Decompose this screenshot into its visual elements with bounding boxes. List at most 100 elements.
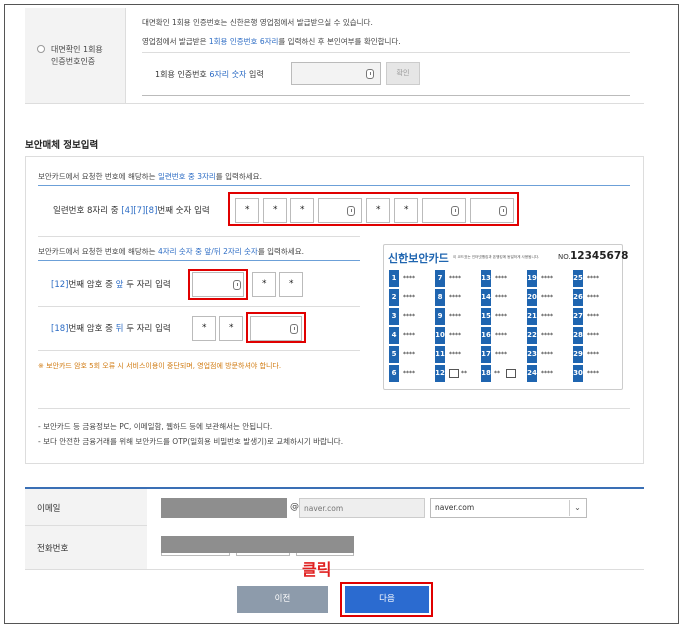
card-cell-number: 15: [481, 308, 491, 325]
auth-desc-2: 영업점에서 발급받은 1회용 인증번호 6자리를 입력하신 후 본인여부를 확인…: [142, 36, 401, 47]
next-button-highlight-box: [340, 582, 433, 617]
notes-divider: [38, 408, 630, 409]
card-cell-number: 10: [435, 327, 445, 344]
card-cell-number: 29: [573, 346, 583, 363]
card-cell-stars: ****: [449, 351, 461, 358]
pw-row1-digit-4: *: [279, 272, 303, 297]
serial-desc: 보안카드에서 요청한 번호에 해당하는 일련번호 중 3자리를 입력하세요.: [38, 171, 262, 182]
card-cell-stars: ****: [587, 332, 599, 339]
card-cell-stars: ****: [541, 351, 553, 358]
pw-row1-highlight-box: [188, 269, 248, 300]
auth-confirm-button[interactable]: 확인: [386, 62, 420, 85]
card-subtitle: 이 코드표는 인터넷뱅킹과 폰뱅킹에 동일하게 사용됩니다.: [453, 255, 540, 259]
card-no-label: NO.: [558, 253, 571, 261]
card-cell-stars: ****: [541, 313, 553, 320]
note-2: - 보다 안전한 금융거래를 위해 보안카드를 OTP(일회용 비밀번호 발생기…: [38, 437, 344, 446]
chevron-down-icon: ⌄: [569, 500, 585, 516]
serial-highlight-box: [228, 192, 519, 226]
card-cell-number: 6: [389, 365, 399, 382]
card-cell-stars: ****: [495, 351, 507, 358]
card-cell-stars: ****: [403, 370, 415, 377]
pw-row1-position: 앞: [115, 280, 124, 290]
pw-desc-pre: 보안카드에서 요청한 번호에 해당하는: [38, 247, 158, 256]
prev-button[interactable]: 이전: [237, 586, 328, 613]
card-cell-stars: ****: [403, 332, 415, 339]
card-cell-stars: ****: [403, 313, 415, 320]
card-cell-stars: ****: [495, 294, 507, 301]
serial-label: 일련번호 8자리 중 [4][7][8]번째 숫자 입력: [53, 204, 210, 216]
card-cell-partial-stars: **: [494, 370, 500, 377]
pw-row1-post: 두 자리 입력: [123, 280, 171, 290]
card-cell-stars: ****: [403, 294, 415, 301]
auth-desc-1: 대면확인 1회용 인증번호는 신한은행 영업점에서 발급받으실 수 있습니다.: [142, 18, 373, 27]
card-cell-empty-box: [506, 369, 516, 378]
card-cell-stars: ****: [495, 332, 507, 339]
pw-row1-digit-3: *: [252, 272, 276, 297]
card-cell-stars: ****: [541, 332, 553, 339]
auth-desc-2-post: 를 입력하신 후 본인여부를 확인합니다.: [278, 37, 401, 46]
auth-desc-2-highlight: 1회용 인증번호 6자리: [208, 37, 279, 46]
pw-row2-mid: 번째 암호 중: [68, 324, 116, 334]
card-cell-number: 7: [435, 270, 445, 287]
card-cell-stars: ****: [449, 294, 461, 301]
serial-label-highlight: [4][7][8]: [121, 206, 158, 216]
card-cell-number: 12: [435, 365, 445, 382]
card-cell-partial-stars: **: [461, 370, 467, 377]
card-cell-empty-box: [449, 369, 459, 378]
card-cell-stars: ****: [495, 275, 507, 282]
phone-masked-overlay: [161, 536, 354, 553]
pw-row2-position: 뒤: [115, 324, 124, 334]
pw-divider: [38, 260, 360, 261]
auth-radio[interactable]: [37, 45, 45, 53]
card-cell-number: 22: [527, 327, 537, 344]
serial-desc-pre: 보안카드에서 요청한 번호에 해당하는: [38, 172, 158, 181]
email-label: 이메일: [37, 504, 61, 514]
card-cell-stars: ****: [587, 313, 599, 320]
card-cell-stars: ****: [587, 275, 599, 282]
masked-digit: *: [262, 279, 267, 289]
card-serial-number: 12345678: [570, 250, 629, 262]
email-domain-select[interactable]: naver.com ⌄: [430, 498, 587, 518]
card-cell-number: 3: [389, 308, 399, 325]
masked-digit: *: [202, 323, 207, 333]
serial-desc-highlight: 일련번호 중 3자리: [157, 172, 216, 181]
card-cell-number: 20: [527, 289, 537, 306]
auth-bottom-border: [25, 103, 644, 104]
card-cell-number: 13: [481, 270, 491, 287]
card-cell-number: 27: [573, 308, 583, 325]
card-cell-stars: ****: [541, 294, 553, 301]
serial-bottom-divider: [38, 236, 360, 237]
card-cell-number: 8: [435, 289, 445, 306]
card-cell-stars: ****: [587, 370, 599, 377]
card-cell-number: 23: [527, 346, 537, 363]
auth-desc-2-pre: 영업점에서 발급받은: [142, 37, 209, 46]
email-domain-selected: naver.com: [435, 503, 475, 512]
card-cell-stars: ****: [449, 332, 461, 339]
card-cell-stars: ****: [541, 275, 553, 282]
card-cell-number: 4: [389, 327, 399, 344]
card-cell-stars: ****: [587, 351, 599, 358]
pw-row1-divider: [38, 306, 360, 307]
card-title: 신한보안카드: [388, 252, 449, 265]
card-cell-stars: ****: [541, 370, 553, 377]
auth-inner-border-bottom: [142, 95, 630, 96]
email-domain-input[interactable]: [299, 498, 425, 518]
serial-label-pre: 일련번호 8자리 중: [53, 206, 122, 216]
email-at: @: [290, 502, 299, 512]
email-id-masked: [161, 498, 287, 518]
card-cell-number: 26: [573, 289, 583, 306]
auth-code-input[interactable]: [291, 62, 381, 85]
auth-input-label-pre: 1회용 인증번호: [155, 70, 210, 79]
click-annotation: 클릭: [302, 560, 332, 579]
card-cell-number: 18: [481, 365, 491, 382]
pw-desc-highlight: 4자리 숫자 중 앞/뒤 2자리 숫자: [157, 247, 258, 256]
card-cell-number: 17: [481, 346, 491, 363]
serial-label-post: 번째 숫자 입력: [157, 206, 210, 216]
auth-inner-border-top: [142, 52, 630, 53]
masked-digit: *: [229, 323, 234, 333]
card-cell-stars: ****: [403, 351, 415, 358]
pw-row2-highlight-box: [246, 312, 306, 343]
security-section-title: 보안매체 정보입력: [25, 140, 99, 151]
pw-row2-digit-2: *: [219, 316, 243, 341]
pw-row2-digit-1: *: [192, 316, 216, 341]
